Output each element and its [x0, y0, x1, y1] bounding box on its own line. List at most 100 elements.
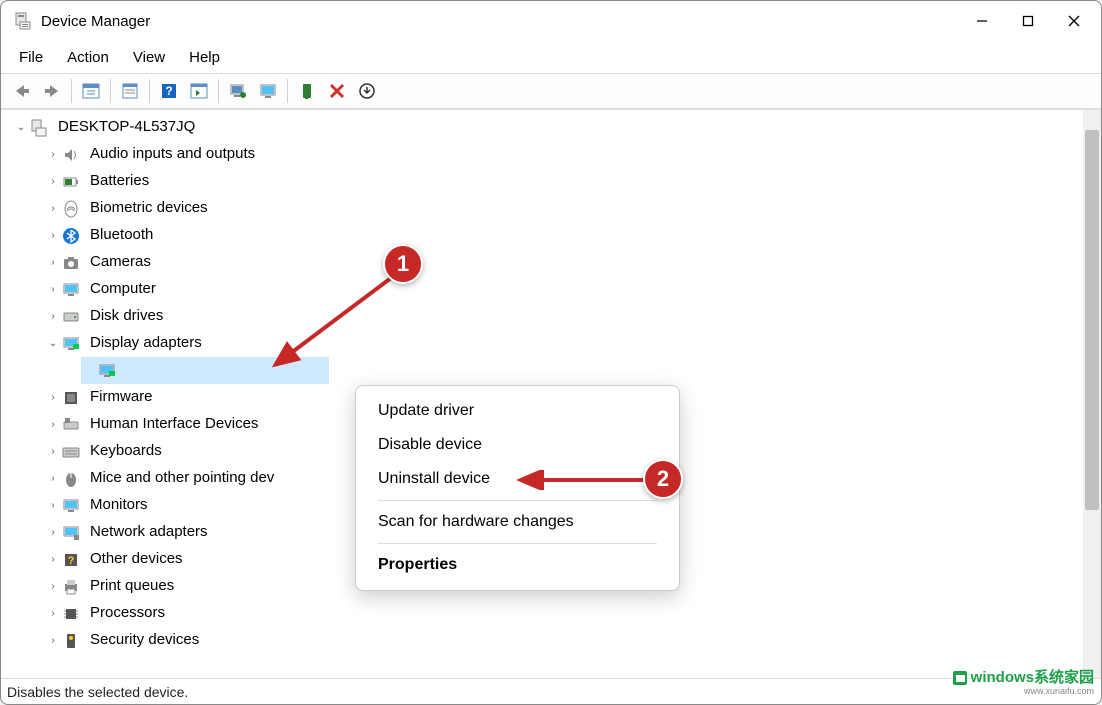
tree-cat-biometric[interactable]: › Biometric devices [9, 195, 1083, 222]
tree-cat-computer[interactable]: › Computer [9, 276, 1083, 303]
expander-icon[interactable]: › [45, 552, 61, 567]
computer-icon [61, 280, 81, 300]
menu-bar: File Action View Help [1, 41, 1101, 73]
vertical-scrollbar[interactable] [1083, 110, 1101, 678]
tree-label: Disk drives [87, 304, 166, 329]
close-button[interactable] [1051, 1, 1097, 41]
maximize-button[interactable] [1005, 1, 1051, 41]
tree-cat-audio[interactable]: › Audio inputs and outputs [9, 141, 1083, 168]
tree-label: Human Interface Devices [87, 412, 261, 437]
tree-label: Audio inputs and outputs [87, 142, 258, 167]
mouse-icon [61, 469, 81, 489]
expander-icon[interactable]: › [45, 255, 61, 270]
scrollbar-thumb[interactable] [1085, 130, 1099, 510]
display-adapter-icon [61, 334, 81, 354]
scan-hardware-button[interactable] [223, 77, 253, 105]
cm-update-driver[interactable]: Update driver [356, 394, 679, 428]
printer-icon [61, 577, 81, 597]
forward-button[interactable] [37, 77, 67, 105]
tree-label: Computer [87, 277, 159, 302]
window-title: Device Manager [41, 13, 959, 30]
tree-label: Security devices [87, 628, 202, 653]
back-button[interactable] [7, 77, 37, 105]
tree-label: Monitors [87, 493, 151, 518]
tree-label: Other devices [87, 547, 186, 572]
expander-icon[interactable]: › [45, 282, 61, 297]
expander-icon[interactable]: › [45, 147, 61, 162]
expander-icon[interactable]: › [45, 309, 61, 324]
context-menu-separator [378, 543, 657, 544]
disable-device-button[interactable] [322, 77, 352, 105]
tree-root[interactable]: ⌄ DESKTOP-4L537JQ [9, 114, 1083, 141]
expander-icon[interactable]: › [45, 390, 61, 405]
app-icon [13, 11, 33, 31]
expander-icon[interactable]: › [45, 606, 61, 621]
help-button[interactable]: ? [154, 77, 184, 105]
status-bar: Disables the selected device. [1, 678, 1101, 704]
context-menu-separator [378, 500, 657, 501]
cm-scan-hardware[interactable]: Scan for hardware changes [356, 505, 679, 539]
expander-icon[interactable]: › [45, 174, 61, 189]
tree-cat-bluetooth[interactable]: › Bluetooth [9, 222, 1083, 249]
expander-icon[interactable]: › [45, 201, 61, 216]
device-manager-window: Device Manager File Action View Help ? [0, 0, 1102, 705]
toolbar-separator [149, 79, 150, 103]
tree-label: Firmware [87, 385, 156, 410]
action-list-button[interactable] [184, 77, 214, 105]
cm-uninstall-device[interactable]: Uninstall device [356, 462, 679, 496]
computer-icon [29, 118, 49, 138]
camera-icon [61, 253, 81, 273]
watermark-url: www.xunaifu.com [1024, 687, 1094, 697]
cm-disable-device[interactable]: Disable device [356, 428, 679, 462]
expander-icon[interactable]: › [45, 444, 61, 459]
expander-icon[interactable]: › [45, 228, 61, 243]
tree-cat-disk[interactable]: › Disk drives [9, 303, 1083, 330]
battery-icon [61, 172, 81, 192]
tree-cat-batteries[interactable]: ›Batteries [9, 168, 1083, 195]
tree-device-selected[interactable] [9, 357, 1083, 384]
status-text: Disables the selected device. [7, 684, 188, 700]
hid-icon [61, 415, 81, 435]
expander-icon[interactable]: › [45, 633, 61, 648]
expander-icon[interactable]: › [45, 498, 61, 513]
display-adapter-icon [97, 361, 117, 381]
menu-action[interactable]: Action [57, 45, 119, 70]
disk-icon [61, 307, 81, 327]
annotation-badge-2: 2 [643, 459, 683, 499]
properties-button[interactable] [115, 77, 145, 105]
tree-cat-processors[interactable]: › Processors [9, 600, 1083, 627]
audio-icon [61, 145, 81, 165]
expander-icon[interactable]: ⌄ [45, 336, 61, 351]
expander-icon[interactable]: ⌄ [13, 120, 29, 135]
tree-cat-security[interactable]: › Security devices [9, 627, 1083, 654]
tree-label: Keyboards [87, 439, 165, 464]
toolbar-separator [287, 79, 288, 103]
expander-icon[interactable]: › [45, 417, 61, 432]
title-bar: Device Manager [1, 1, 1101, 41]
toolbar-separator [218, 79, 219, 103]
minimize-button[interactable] [959, 1, 1005, 41]
processor-icon [61, 604, 81, 624]
tree-label: Processors [87, 601, 168, 626]
monitor-icon [61, 496, 81, 516]
toolbar-separator [110, 79, 111, 103]
keyboard-icon [61, 442, 81, 462]
cm-properties[interactable]: Properties [356, 548, 679, 582]
menu-file[interactable]: File [9, 45, 53, 70]
tree-cat-cameras[interactable]: ›Cameras [9, 249, 1083, 276]
expander-icon[interactable]: › [45, 525, 61, 540]
menu-view[interactable]: View [123, 45, 175, 70]
menu-help[interactable]: Help [179, 45, 230, 70]
expander-icon[interactable]: › [45, 579, 61, 594]
uninstall-device-button[interactable] [352, 77, 382, 105]
update-driver-button[interactable] [253, 77, 283, 105]
tree-cat-display[interactable]: ⌄Display adapters [9, 330, 1083, 357]
tree-label: Network adapters [87, 520, 211, 545]
context-menu: Update driver Disable device Uninstall d… [355, 385, 680, 591]
tree-label: Bluetooth [87, 223, 156, 248]
tree-label: Biometric devices [87, 196, 211, 221]
expander-icon[interactable]: › [45, 471, 61, 486]
show-hide-tree-button[interactable] [76, 77, 106, 105]
enable-device-button[interactable] [292, 77, 322, 105]
tree-label: Print queues [87, 574, 177, 599]
